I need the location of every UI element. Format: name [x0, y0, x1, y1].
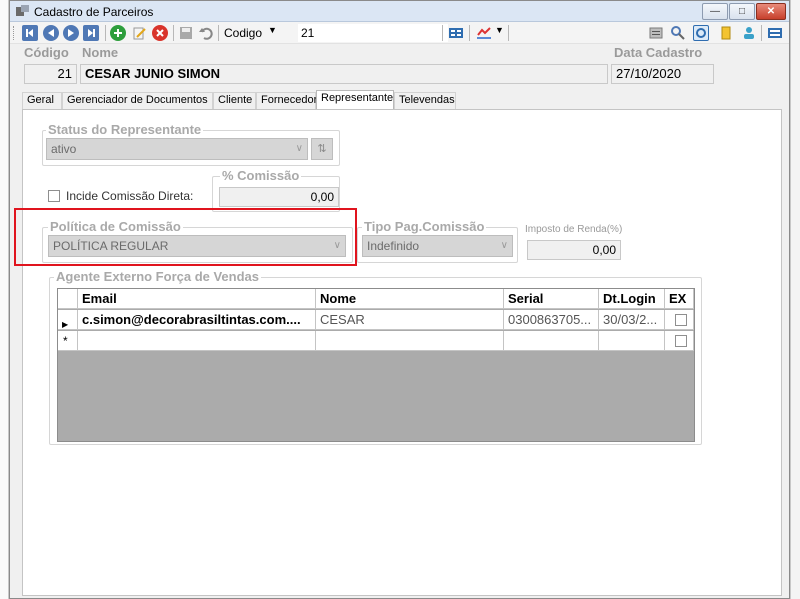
- cell-ex[interactable]: [665, 310, 694, 330]
- cell-email[interactable]: c.simon@decorabrasiltintas.com....: [78, 310, 316, 330]
- column-header-ex[interactable]: EX: [665, 289, 694, 309]
- status-representante-label: Status do Representante: [46, 122, 204, 137]
- next-record-icon[interactable]: [63, 25, 79, 41]
- chevron-down-icon: ∨: [500, 240, 508, 251]
- chart-icon[interactable]: [476, 25, 492, 41]
- tab-televendas[interactable]: Televendas: [394, 92, 456, 109]
- save-icon[interactable]: [178, 25, 194, 41]
- codigo-field[interactable]: 21: [24, 64, 77, 84]
- previous-record-icon[interactable]: [43, 25, 59, 41]
- chart-dropdown-arrow-icon[interactable]: ▼: [495, 25, 504, 35]
- filter-icon[interactable]: [718, 25, 734, 41]
- column-header-serial[interactable]: Serial: [504, 289, 599, 309]
- cadastro-parceiros-window: Cadastro de Parceiros — □ ✕ Codigo ▼ ▼: [9, 0, 790, 599]
- column-header-dtlogin[interactable]: Dt.Login: [599, 289, 665, 309]
- data-cadastro-label: Data Cadastro: [614, 45, 703, 60]
- minimize-button[interactable]: —: [702, 3, 728, 20]
- tab-fornecedor[interactable]: Fornecedor: [256, 92, 317, 109]
- title-bar: Cadastro de Parceiros — □ ✕: [10, 1, 789, 22]
- data-cadastro-field[interactable]: 27/10/2020: [611, 64, 714, 84]
- new-cell-dtlogin[interactable]: [599, 331, 665, 351]
- tipo-pag-comissao-value: Indefinido: [367, 239, 420, 253]
- tab-cliente[interactable]: Cliente: [213, 92, 256, 109]
- toolbar-separator: [761, 25, 762, 41]
- background-window-right-edge: [790, 0, 800, 599]
- cell-nome[interactable]: CESAR: [316, 310, 504, 330]
- column-header-email[interactable]: Email: [78, 289, 316, 309]
- delete-icon[interactable]: [152, 25, 168, 41]
- highlight-box: [14, 208, 357, 266]
- current-row-arrow-icon: ▶: [62, 320, 69, 329]
- toolbar-separator: [173, 25, 174, 41]
- undo-icon[interactable]: [198, 25, 214, 41]
- imposto-renda-input[interactable]: 0,00: [527, 240, 621, 260]
- refresh-icon[interactable]: [693, 25, 709, 41]
- tab-geral[interactable]: Geral: [22, 92, 62, 109]
- new-cell-serial[interactable]: [504, 331, 599, 351]
- new-ex-checkbox[interactable]: [675, 335, 687, 347]
- grid-view-icon[interactable]: [448, 25, 464, 41]
- table-row[interactable]: ▶ c.simon@decorabrasiltintas.com.... CES…: [58, 310, 694, 330]
- agente-externo-label: Agente Externo Força de Vendas: [54, 269, 262, 284]
- refresh-status-button[interactable]: ⇅: [311, 138, 333, 160]
- tipo-pag-comissao-label: Tipo Pag.Comissão: [362, 219, 487, 234]
- maximize-button[interactable]: □: [729, 3, 755, 20]
- toolbar-separator: [442, 25, 443, 41]
- cell-dtlogin[interactable]: 30/03/2...: [599, 310, 665, 330]
- column-header-nome[interactable]: Nome: [316, 289, 504, 309]
- chevron-down-icon: ∨: [295, 143, 303, 154]
- toolbar-grip: [13, 26, 15, 40]
- tab-representante[interactable]: Representante: [316, 90, 394, 110]
- agente-grid: Email Nome Serial Dt.Login EX ▶ c.simon@…: [57, 288, 695, 442]
- codigo-dropdown-arrow-icon[interactable]: ▼: [268, 25, 277, 35]
- new-cell-email[interactable]: [78, 331, 316, 351]
- toolbar-separator: [105, 25, 106, 41]
- nome-field[interactable]: CESAR JUNIO SIMON: [80, 64, 608, 84]
- search-icon[interactable]: [670, 25, 686, 41]
- new-row-selector[interactable]: *: [58, 331, 78, 351]
- codigo-search-label: Codigo: [224, 26, 263, 40]
- incide-comissao-label: Incide Comissão Direta:: [66, 189, 194, 203]
- last-record-icon[interactable]: [83, 25, 99, 41]
- status-dropdown[interactable]: ativo ∨: [46, 138, 308, 160]
- new-cell-ex[interactable]: [665, 331, 694, 351]
- toolbar-separator: [508, 25, 509, 41]
- ex-checkbox[interactable]: [675, 314, 687, 326]
- tipo-pag-comissao-dropdown[interactable]: Indefinido ∨: [362, 235, 513, 257]
- report-icon[interactable]: [648, 25, 664, 41]
- row-selector-header: [58, 289, 78, 309]
- tab-gerenciador-documentos[interactable]: Gerenciador de Documentos: [62, 92, 213, 109]
- refresh-icon: ⇅: [317, 143, 327, 155]
- layout-icon[interactable]: [767, 25, 783, 41]
- first-record-icon[interactable]: [22, 25, 38, 41]
- toolbar-separator: [218, 25, 219, 41]
- background-window-left-edge: [0, 0, 9, 599]
- imposto-renda-label: Imposto de Renda(%): [525, 224, 623, 235]
- comissao-input[interactable]: 0,00: [219, 187, 339, 207]
- incide-comissao-checkbox[interactable]: [48, 190, 60, 202]
- new-row[interactable]: *: [58, 331, 694, 351]
- comissao-label: % Comissão: [220, 168, 302, 183]
- toolbar-separator: [469, 25, 470, 41]
- add-icon[interactable]: [110, 25, 126, 41]
- cell-serial[interactable]: 0300863705...: [504, 310, 599, 330]
- window-title: Cadastro de Parceiros: [34, 5, 154, 19]
- new-row-marker: *: [63, 334, 68, 348]
- close-button[interactable]: ✕: [756, 3, 786, 20]
- edit-icon[interactable]: [131, 25, 147, 41]
- user-icon[interactable]: [741, 25, 757, 41]
- new-cell-nome[interactable]: [316, 331, 504, 351]
- row-selector[interactable]: ▶: [58, 310, 78, 330]
- status-value: ativo: [51, 142, 77, 156]
- app-icon: [16, 5, 29, 16]
- nome-label: Nome: [82, 45, 119, 60]
- grid-header-row: Email Nome Serial Dt.Login EX: [58, 289, 694, 309]
- codigo-label: Código: [24, 45, 69, 60]
- toolbar: Codigo ▼ ▼: [10, 22, 789, 44]
- codigo-search-input[interactable]: [298, 24, 448, 42]
